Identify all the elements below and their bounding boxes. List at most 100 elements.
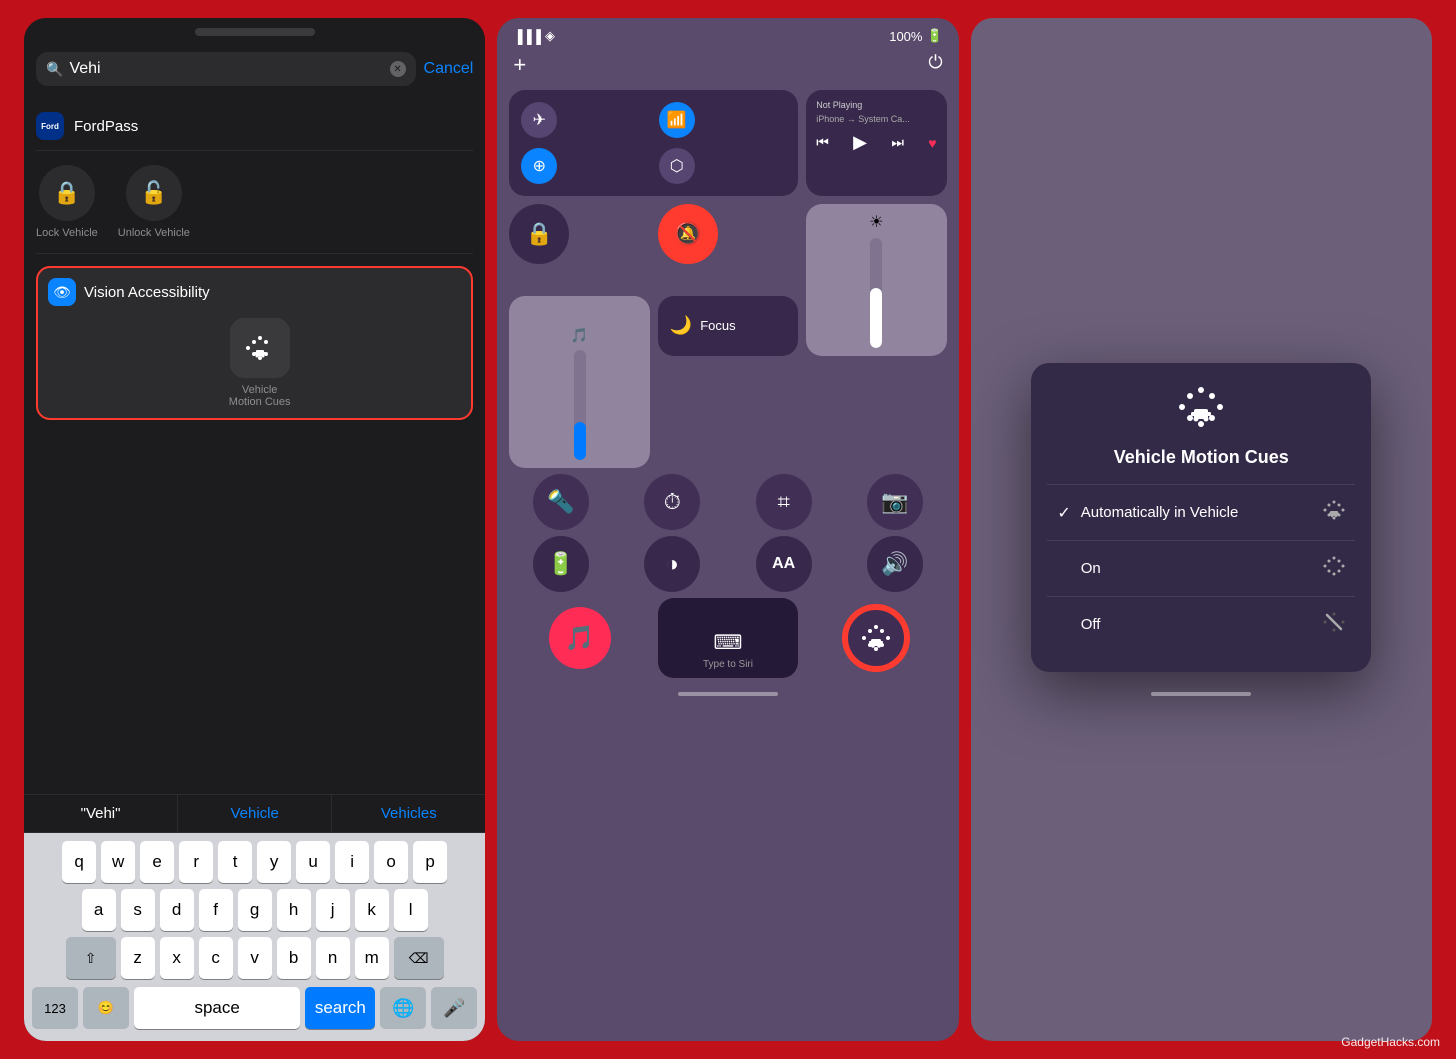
keyboard-bottom-bar: 123 😊 space search 🌐 🎤 [28,985,481,1037]
media-info: Not Playing [816,100,936,110]
vmc-popup-title: Vehicle Motion Cues [1114,447,1289,468]
timer-button[interactable]: ⏱ [644,474,700,530]
key-t[interactable]: t [218,841,252,883]
battery-status-button[interactable]: 🔋 [533,536,589,592]
key-n[interactable]: n [316,937,350,979]
vision-label: Vision Accessibility [84,284,210,301]
key-o[interactable]: o [374,841,408,883]
key-b[interactable]: b [277,937,311,979]
vmc-option-auto[interactable]: ✓ Automatically in Vehicle [1047,484,1355,540]
status-bar: ▐▐▐ ◈ 100% 🔋 [497,18,958,50]
key-e[interactable]: e [140,841,174,883]
mute-button[interactable]: 🔕 [658,204,718,264]
key-emoji[interactable]: 😊 [83,987,129,1029]
airplane-btn[interactable]: ✈ [521,102,648,138]
type-to-siri-label: Type to Siri [703,659,753,670]
cancel-button[interactable]: Cancel [424,60,474,78]
key-r[interactable]: r [179,841,213,883]
key-l[interactable]: l [394,889,428,931]
key-globe[interactable]: 🌐 [380,987,426,1029]
vision-header: 👁 Vision Accessibility [48,278,461,306]
key-d[interactable]: d [160,889,194,931]
music-button[interactable]: 🎵 [549,607,611,669]
signal-bars-icon: ▐▐▐ [513,29,541,44]
key-g[interactable]: g [238,889,272,931]
search-panel: 🔍 Vehi ✕ Cancel Ford FordPass 🔒 Lock Veh… [24,18,485,1041]
fordpass-row[interactable]: Ford FordPass [36,102,473,151]
main-container: 🔍 Vehi ✕ Cancel Ford FordPass 🔒 Lock Veh… [0,0,1456,1059]
battery-icon: 🔋 [926,28,942,44]
wifi-btn[interactable]: ⊕ [521,148,648,184]
key-a[interactable]: a [82,889,116,931]
key-j[interactable]: j [316,889,350,931]
search-input[interactable]: Vehi [69,60,383,78]
key-shift[interactable]: ⇧ [66,937,116,979]
suggestion-vehicles[interactable]: Vehicles [332,795,485,832]
vision-accessibility-section: 👁 Vision Accessibility [36,266,473,420]
key-123[interactable]: 123 [32,987,78,1029]
camera-button[interactable]: 📷 [867,474,923,530]
key-space[interactable]: space [134,987,300,1029]
key-x[interactable]: x [160,937,194,979]
key-k[interactable]: k [355,889,389,931]
key-p[interactable]: p [413,841,447,883]
vehicle-actions: 🔒 Lock Vehicle 🔓 Unlock Vehicle [36,151,473,254]
suggestion-vehicle[interactable]: Vehicle [178,795,332,832]
sound-recognition-button[interactable]: 🔊 [867,536,923,592]
status-left: ▐▐▐ ◈ [513,28,555,44]
key-v[interactable]: v [238,937,272,979]
calculator-button[interactable]: ⌗ [756,474,812,530]
search-input-wrapper[interactable]: 🔍 Vehi ✕ [36,52,416,86]
key-s[interactable]: s [121,889,155,931]
focus-button[interactable]: 🌙 Focus [658,296,798,357]
power-button[interactable]: ⏻ [928,52,942,78]
suggestions-row: "Vehi" Vehicle Vehicles [24,794,485,833]
next-track-button[interactable]: ⏭ [891,134,904,151]
key-i[interactable]: i [335,841,369,883]
check-icon: ✓ [1057,503,1070,523]
lock-vehicle-item[interactable]: 🔒 Lock Vehicle [36,165,98,239]
vmc-option-on[interactable]: ✓ On [1047,540,1355,596]
fordpass-label: FordPass [74,118,138,135]
play-button[interactable]: ▶ [853,132,867,153]
volume-slider[interactable]: 🎵 [509,296,649,469]
flashlight-button[interactable]: 🔦 [533,474,589,530]
suggestion-vehi[interactable]: "Vehi" [24,795,178,832]
clear-button[interactable]: ✕ [390,61,406,77]
key-q[interactable]: q [62,841,96,883]
text-size-button[interactable]: AA [756,536,812,592]
vmc-item[interactable]: VehicleMotion Cues [58,318,461,408]
wifi-calling-btn[interactable]: 📶 [659,102,786,138]
cc-circle-row-1: 🔦 ⏱ ⌗ 📷 [497,474,958,536]
key-z[interactable]: z [121,937,155,979]
add-button[interactable]: + [513,52,526,78]
vmc-popup-panel: Vehicle Motion Cues ✓ Automatically in V… [971,18,1432,1041]
key-mic[interactable]: 🎤 [431,987,477,1029]
vmc-option-off-left: ✓ Off [1057,615,1100,635]
cc-main-grid: ✈ 📶 ⊕ ⬡ Not Playing iPhone → System Ca..… [497,86,958,474]
key-w[interactable]: w [101,841,135,883]
bluetooth-btn[interactable]: ⬡ [659,148,786,184]
rotation-lock-button[interactable]: 🔒 [509,204,569,264]
brightness-slider[interactable]: ☀ [806,204,946,356]
focus-label: Focus [700,318,735,333]
key-f[interactable]: f [199,889,233,931]
unlock-vehicle-item[interactable]: 🔓 Unlock Vehicle [118,165,190,239]
key-y[interactable]: y [257,841,291,883]
key-h[interactable]: h [277,889,311,931]
vmc-option-off[interactable]: ✓ Off [1047,596,1355,652]
type-to-siri-button[interactable]: ⌨ Type to Siri [658,598,798,678]
brightness-icon: ☀ [869,212,883,232]
vmc-label: VehicleMotion Cues [229,384,291,408]
auto-vehicle-icon [1323,499,1345,526]
key-m[interactable]: m [355,937,389,979]
prev-track-button[interactable]: ⏮ [816,134,829,151]
vmc-control-button[interactable] [845,607,907,669]
key-c[interactable]: c [199,937,233,979]
key-u[interactable]: u [296,841,330,883]
display-button[interactable]: ◑ [644,536,700,592]
key-backspace[interactable]: ⌫ [394,937,444,979]
vmc-option-auto-label: Automatically in Vehicle [1081,504,1239,521]
search-button[interactable]: search [305,987,375,1029]
status-right: 100% 🔋 [889,28,942,44]
